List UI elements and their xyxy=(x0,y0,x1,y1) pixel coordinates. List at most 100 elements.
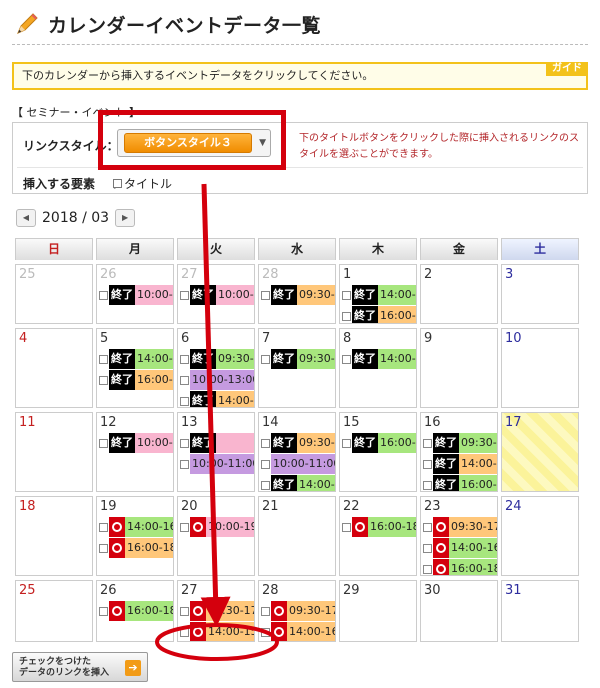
event-checkbox[interactable] xyxy=(261,459,270,469)
event-time-button[interactable]: 14:00-15 xyxy=(206,622,254,641)
event-checkbox[interactable] xyxy=(180,290,189,300)
title-checkbox[interactable] xyxy=(113,179,122,188)
event-checkbox[interactable] xyxy=(261,480,270,490)
event-time-button[interactable]: 09:30-17 xyxy=(449,517,497,537)
event-checkbox[interactable] xyxy=(342,290,351,300)
event-time-button[interactable]: 09:30- xyxy=(297,285,335,305)
event-time-button[interactable]: 14:00- xyxy=(459,454,497,474)
event-time-button[interactable]: 16:00- xyxy=(459,475,497,491)
event-checkbox[interactable] xyxy=(99,522,108,532)
event-item[interactable]: 09:30-17 xyxy=(423,517,497,537)
event-time-button[interactable]: 09:30-17 xyxy=(287,601,335,621)
event-time-button[interactable]: 14:00-16 xyxy=(287,622,335,641)
event-time-button[interactable]: 09:30- xyxy=(297,433,335,453)
event-time-button[interactable]: 09:30- xyxy=(297,349,335,369)
event-time-button[interactable]: 16:00-18 xyxy=(125,538,173,558)
event-checkbox[interactable] xyxy=(423,438,432,448)
event-time-button[interactable]: 16:00- xyxy=(378,433,416,453)
event-checkbox[interactable] xyxy=(180,606,189,616)
event-checkbox[interactable] xyxy=(261,627,270,637)
event-time-button[interactable]: 14:00- xyxy=(378,349,416,369)
event-checkbox[interactable] xyxy=(99,375,108,385)
event-time-button[interactable]: 10:00-11:00 xyxy=(271,454,335,474)
event-time-button[interactable]: 10:00-13:00 xyxy=(190,370,254,390)
event-time-button[interactable]: 14:00-16 xyxy=(125,517,173,537)
event-item[interactable]: 09:30-17 xyxy=(180,601,254,621)
event-time-button[interactable]: 14:00-16 xyxy=(449,538,497,558)
event-checkbox[interactable] xyxy=(99,290,108,300)
event-item[interactable]: 16:00-18 xyxy=(423,559,497,575)
event-item[interactable]: 10:00-19 xyxy=(180,517,254,537)
event-item[interactable]: 14:00-16 xyxy=(99,517,173,537)
event-item[interactable]: 14:00-16 xyxy=(261,622,335,641)
event-item[interactable]: 終了 14:00- xyxy=(261,475,335,491)
event-checkbox[interactable] xyxy=(261,290,270,300)
event-checkbox[interactable] xyxy=(99,543,108,553)
event-checkbox[interactable] xyxy=(99,438,108,448)
event-time-button[interactable]: 16:00-18 xyxy=(368,517,416,537)
event-item[interactable]: 終了 16:00- xyxy=(342,433,416,453)
event-checkbox[interactable] xyxy=(423,522,432,532)
event-item[interactable]: 終了 16:00- xyxy=(99,370,173,390)
event-checkbox[interactable] xyxy=(99,354,108,364)
event-checkbox[interactable] xyxy=(261,438,270,448)
event-item[interactable]: 14:00-16 xyxy=(423,538,497,558)
event-item[interactable]: 09:30-17 xyxy=(261,601,335,621)
event-item[interactable]: 終了 14:00- xyxy=(180,391,254,407)
event-checkbox[interactable] xyxy=(342,354,351,364)
event-time-button[interactable]: 14:00- xyxy=(297,475,335,491)
event-item[interactable]: 終了 09:30- xyxy=(261,349,335,369)
next-month-button[interactable]: ▶ xyxy=(115,209,136,227)
event-checkbox[interactable] xyxy=(261,606,270,616)
event-checkbox[interactable] xyxy=(423,459,432,469)
prev-month-button[interactable]: ◀ xyxy=(16,209,36,227)
event-checkbox[interactable] xyxy=(423,480,432,490)
event-item[interactable]: 終了 09:30- xyxy=(180,349,254,369)
event-checkbox[interactable] xyxy=(423,543,432,553)
event-time-button[interactable]: 14:00- xyxy=(378,285,416,305)
event-checkbox[interactable] xyxy=(423,564,432,574)
event-checkbox[interactable] xyxy=(99,606,108,616)
event-checkbox[interactable] xyxy=(342,522,351,532)
event-item[interactable]: 16:00-18 xyxy=(342,517,416,537)
event-checkbox[interactable] xyxy=(180,522,189,532)
event-checkbox[interactable] xyxy=(180,375,189,385)
event-item[interactable]: 16:00-18 xyxy=(99,601,173,621)
event-time-button[interactable]: 16:00-18 xyxy=(449,559,497,575)
insert-title-option[interactable]: タイトル xyxy=(113,175,172,192)
event-time-button[interactable]: 16:00- xyxy=(378,306,416,323)
event-time-button[interactable]: 10:00-11:00 xyxy=(190,454,254,474)
event-time-button[interactable]: 16:00-18 xyxy=(125,601,173,621)
event-time-button[interactable]: 09:30- xyxy=(459,433,497,453)
insert-links-button[interactable]: チェックをつけた データのリンクを挿入 ➔ xyxy=(12,652,148,682)
event-time-button[interactable]: 10:00- xyxy=(135,285,173,305)
event-time-button[interactable]: 10:00-19 xyxy=(206,517,254,537)
event-checkbox[interactable] xyxy=(180,438,189,448)
event-time-button[interactable]: 14:00- xyxy=(135,349,173,369)
event-time-button[interactable]: 14:00- xyxy=(216,391,254,407)
event-item[interactable]: 14:00-15 xyxy=(180,622,254,641)
event-time-button[interactable]: 09:30-17 xyxy=(206,601,254,621)
event-item[interactable]: 終了 10:00- xyxy=(180,285,254,305)
event-item[interactable]: 終了 16:00- xyxy=(342,306,416,323)
event-item[interactable]: 終了 14:00- xyxy=(342,285,416,305)
event-time-button[interactable]: 10:00- xyxy=(135,433,173,453)
event-time-button[interactable] xyxy=(216,433,254,453)
event-item[interactable]: 10:00-13:00 xyxy=(180,370,254,390)
event-item[interactable]: 終了 09:30- xyxy=(261,285,335,305)
event-item[interactable]: 10:00-11:00 xyxy=(261,454,335,474)
event-item[interactable]: 16:00-18 xyxy=(99,538,173,558)
event-item[interactable]: 終了 10:00- xyxy=(99,285,173,305)
event-time-button[interactable]: 09:30- xyxy=(216,349,254,369)
event-item[interactable]: 10:00-11:00 xyxy=(180,454,254,474)
event-time-button[interactable]: 10:00- xyxy=(216,285,254,305)
event-item[interactable]: 終了 14:00- xyxy=(423,454,497,474)
event-item[interactable]: 終了 09:30- xyxy=(261,433,335,453)
event-item[interactable]: 終了 16:00- xyxy=(423,475,497,491)
event-item[interactable]: 終了 14:00- xyxy=(99,349,173,369)
event-checkbox[interactable] xyxy=(342,311,351,321)
event-checkbox[interactable] xyxy=(180,459,189,469)
event-item[interactable]: 終了 14:00- xyxy=(342,349,416,369)
event-checkbox[interactable] xyxy=(180,354,189,364)
event-item[interactable]: 終了 xyxy=(180,433,254,453)
